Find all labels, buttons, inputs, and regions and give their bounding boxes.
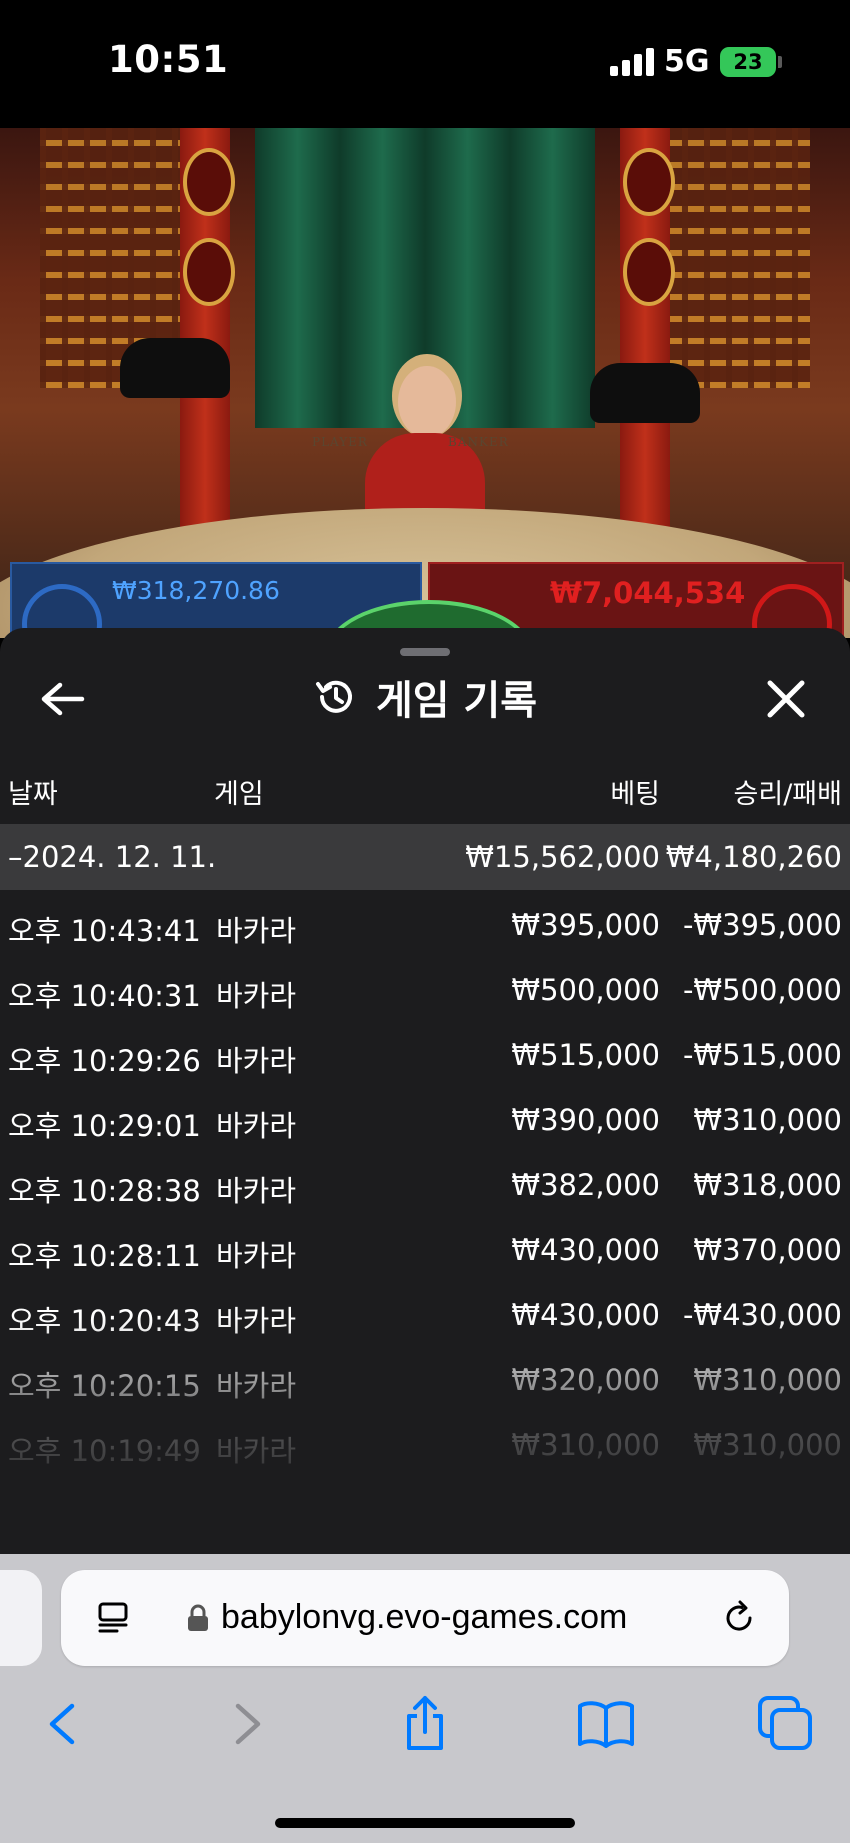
card-shoe bbox=[120, 338, 230, 398]
sheet-grabber[interactable] bbox=[400, 648, 450, 656]
row-game: 바카라 bbox=[216, 1044, 297, 1078]
row-time: 오후 10:29:01 bbox=[8, 1109, 201, 1143]
status-time: 10:51 bbox=[108, 38, 229, 81]
banker-total: ₩7,044,534 bbox=[550, 576, 746, 610]
column-header-game: 게임 bbox=[214, 779, 264, 810]
row-result: ₩310,000 bbox=[693, 1428, 842, 1462]
row-bet: ₩430,000 bbox=[511, 1298, 660, 1332]
row-result: ₩318,000 bbox=[693, 1168, 842, 1202]
home-indicator bbox=[275, 1818, 575, 1828]
previous-tab-preview[interactable] bbox=[0, 1570, 42, 1666]
row-time: 오후 10:19:49 bbox=[8, 1434, 201, 1468]
row-game: 바카라 bbox=[216, 1109, 297, 1143]
row-result: ₩370,000 bbox=[693, 1233, 842, 1267]
summary-bet: ₩15,562,000 bbox=[465, 840, 660, 874]
row-bet: ₩515,000 bbox=[511, 1038, 660, 1072]
row-result: ₩310,000 bbox=[693, 1103, 842, 1137]
history-row[interactable]: 오후 10:29:26 바카라 ₩515,000 -₩515,000 bbox=[0, 1024, 850, 1088]
row-bet: ₩500,000 bbox=[511, 973, 660, 1007]
row-time: 오후 10:28:38 bbox=[8, 1174, 201, 1208]
history-row[interactable]: 오후 10:29:01 바카라 ₩390,000 ₩310,000 bbox=[0, 1089, 850, 1153]
row-bet: ₩310,000 bbox=[511, 1428, 660, 1462]
reload-icon[interactable] bbox=[721, 1600, 757, 1636]
ornament-8 bbox=[623, 238, 675, 306]
reader-icon[interactable] bbox=[97, 1600, 133, 1636]
summary-win-loss: ₩4,180,260 bbox=[665, 840, 842, 874]
sheet-header: 게임 기록 bbox=[0, 668, 850, 728]
ornament-8 bbox=[183, 148, 235, 216]
history-icon bbox=[313, 675, 357, 719]
player-total: ₩318,270.86 bbox=[112, 576, 280, 605]
nav-forward-button[interactable] bbox=[216, 1694, 276, 1754]
tabs-icon bbox=[758, 1696, 812, 1750]
row-result: -₩430,000 bbox=[682, 1298, 842, 1332]
curtain-left bbox=[255, 128, 425, 428]
history-row[interactable]: 오후 10:20:43 바카라 ₩430,000 -₩430,000 bbox=[0, 1284, 850, 1348]
discard-tray bbox=[590, 363, 700, 423]
row-bet: ₩395,000 bbox=[511, 908, 660, 942]
history-row[interactable]: 오후 10:28:11 바카라 ₩430,000 ₩370,000 bbox=[0, 1219, 850, 1283]
row-time: 오후 10:29:26 bbox=[8, 1044, 201, 1078]
row-time: 오후 10:20:15 bbox=[8, 1369, 201, 1403]
column-header-win-loss: 승리/패배 bbox=[733, 779, 842, 810]
ornament-8 bbox=[623, 148, 675, 216]
row-game: 바카라 bbox=[216, 914, 297, 948]
bookmarks-icon bbox=[578, 1701, 634, 1748]
date-summary-row[interactable]: –2024. 12. 11. ₩15,562,000 ₩4,180,260 bbox=[0, 824, 850, 890]
row-result: -₩515,000 bbox=[682, 1038, 842, 1072]
row-time: 오후 10:28:11 bbox=[8, 1239, 201, 1273]
status-bar: 10:51 5G 23 bbox=[0, 0, 850, 128]
row-time: 오후 10:20:43 bbox=[8, 1304, 201, 1338]
lattice-right-overlay bbox=[660, 128, 810, 388]
address-bar[interactable]: babylonvg.evo-games.com bbox=[61, 1570, 789, 1666]
row-result: -₩500,000 bbox=[682, 973, 842, 1007]
row-game: 바카라 bbox=[216, 1434, 297, 1468]
network-label: 5G bbox=[664, 44, 710, 79]
lock-icon bbox=[187, 1604, 209, 1632]
row-game: 바카라 bbox=[216, 1369, 297, 1403]
bookmarks-button[interactable] bbox=[576, 1694, 636, 1754]
history-row[interactable]: 오후 10:40:31 바카라 ₩500,000 -₩500,000 bbox=[0, 959, 850, 1023]
row-time: 오후 10:43:41 bbox=[8, 914, 201, 948]
dealer bbox=[398, 366, 456, 438]
sheet-title: 게임 기록 bbox=[375, 678, 538, 724]
row-game: 바카라 bbox=[216, 1174, 297, 1208]
tabs-button[interactable] bbox=[756, 1694, 816, 1754]
row-result: ₩310,000 bbox=[693, 1363, 842, 1397]
table-label-player: PLAYER bbox=[312, 435, 368, 449]
summary-date: –2024. 12. 11. bbox=[8, 840, 217, 874]
row-game: 바카라 bbox=[216, 979, 297, 1013]
url-text: babylonvg.evo-games.com bbox=[221, 1598, 628, 1636]
battery-icon: 23 bbox=[720, 47, 776, 77]
column-header-date: 날짜 bbox=[8, 779, 58, 810]
table-label-banker: BANKER bbox=[448, 435, 509, 449]
nav-forward-icon bbox=[235, 1703, 261, 1745]
history-row[interactable]: 오후 10:28:38 바카라 ₩382,000 ₩318,000 bbox=[0, 1154, 850, 1218]
ornament-8 bbox=[183, 238, 235, 306]
close-icon bbox=[767, 680, 805, 718]
row-bet: ₩320,000 bbox=[511, 1363, 660, 1397]
row-game: 바카라 bbox=[216, 1304, 297, 1338]
row-bet: ₩382,000 bbox=[511, 1168, 660, 1202]
column-header-bet: 베팅 bbox=[610, 779, 660, 810]
row-time: 오후 10:40:31 bbox=[8, 979, 201, 1013]
nav-back-button[interactable] bbox=[34, 1694, 94, 1754]
row-bet: ₩430,000 bbox=[511, 1233, 660, 1267]
share-icon bbox=[407, 1696, 443, 1750]
game-history-sheet: 게임 기록 날짜 게임 베팅 승리/패배 –2024. 12. 11. ₩15,… bbox=[0, 628, 850, 1554]
history-row[interactable]: 오후 10:19:49 바카라 ₩310,000 ₩310,000 bbox=[0, 1414, 850, 1478]
share-button[interactable] bbox=[395, 1694, 455, 1754]
row-result: -₩395,000 bbox=[682, 908, 842, 942]
row-bet: ₩390,000 bbox=[511, 1103, 660, 1137]
close-button[interactable] bbox=[762, 675, 810, 723]
row-game: 바카라 bbox=[216, 1239, 297, 1273]
battery-nub bbox=[778, 56, 782, 68]
signal-icon bbox=[610, 48, 654, 76]
history-row[interactable]: 오후 10:20:15 바카라 ₩320,000 ₩310,000 bbox=[0, 1349, 850, 1413]
history-row[interactable]: 오후 10:43:41 바카라 ₩395,000 -₩395,000 bbox=[0, 894, 850, 958]
nav-back-icon bbox=[49, 1703, 75, 1745]
browser-toolbar: babylonvg.evo-games.com bbox=[0, 1554, 850, 1843]
